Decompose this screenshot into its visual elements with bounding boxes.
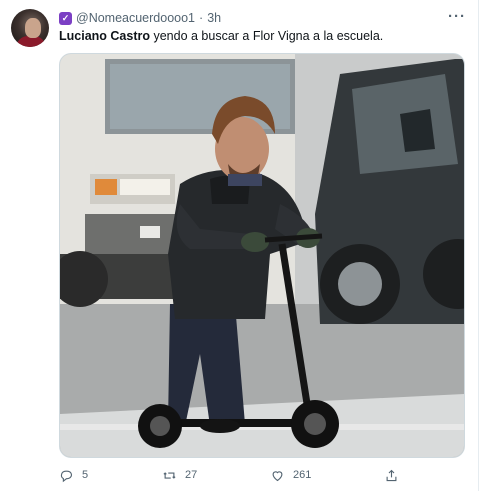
reply-count: 5 [82, 469, 89, 481]
avatar-face [25, 18, 41, 38]
avatar[interactable] [11, 9, 49, 47]
tweet-header: ✓ @Nomeacuerdoooo1 · 3h [59, 10, 221, 26]
like-button[interactable]: 261 [270, 466, 311, 484]
share-icon [386, 469, 397, 481]
retweet-button[interactable]: 27 [162, 466, 197, 484]
tweet-author-name: Luciano Castro [59, 29, 150, 43]
heart-icon [272, 470, 283, 481]
retweet-count: 27 [185, 469, 198, 481]
more-options-icon[interactable]: ··· [447, 8, 467, 26]
share-button[interactable] [384, 466, 399, 484]
reply-button[interactable]: 5 [59, 466, 88, 484]
reply-icon [60, 470, 73, 482]
tweet-actions: 5 27 261 [59, 466, 419, 484]
app-badge-icon: ✓ [59, 11, 72, 25]
timeline-divider [478, 0, 479, 491]
tweet-time[interactable]: 3h [207, 11, 221, 25]
time-separator: · [199, 11, 204, 25]
retweet-icon [163, 471, 176, 479]
user-handle[interactable]: @Nomeacuerdoooo1 [76, 11, 195, 25]
tweet-text: Luciano Castro yendo a buscar a Flor Vig… [59, 29, 464, 44]
tweet-body: yendo a buscar a Flor Vigna a la escuela… [150, 29, 384, 43]
like-count: 261 [293, 469, 312, 481]
tweet-media-photo[interactable] [59, 53, 465, 458]
photo-illustration [60, 54, 464, 457]
